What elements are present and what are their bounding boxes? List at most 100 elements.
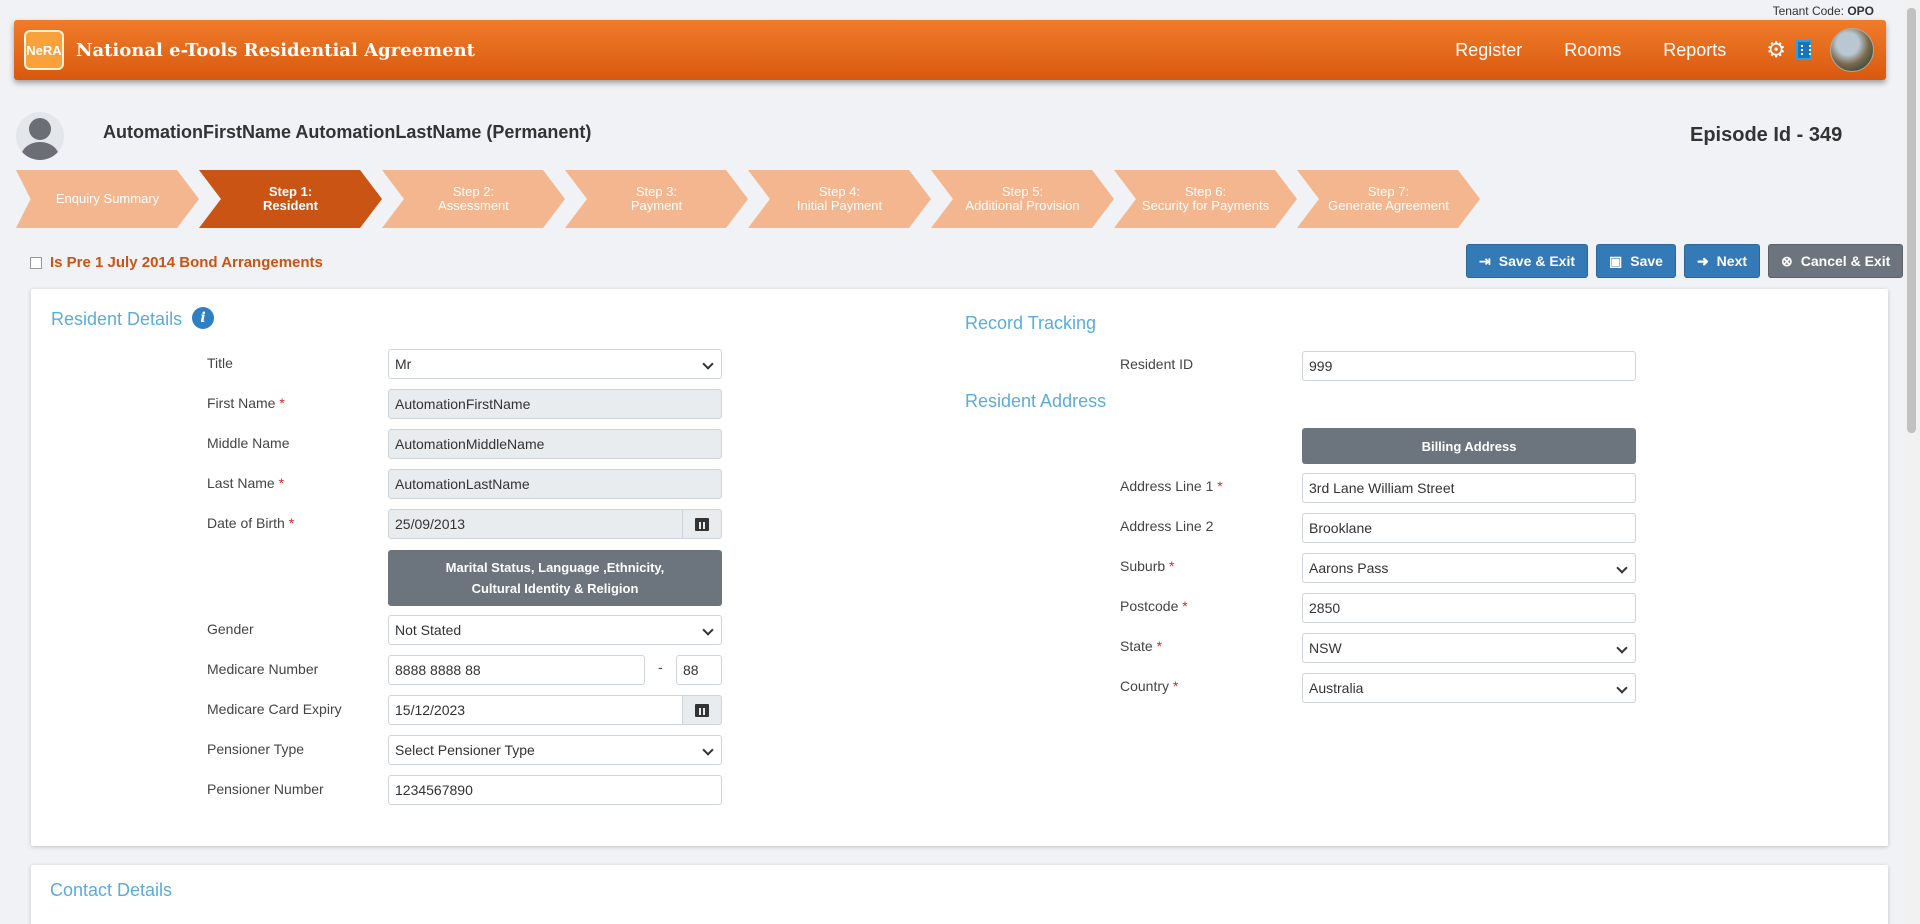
last-name-label: Last Name * (207, 475, 284, 491)
save-button[interactable]: ▣ Save (1596, 244, 1676, 278)
address-line1-value: 3rd Lane William Street (1309, 480, 1455, 496)
billing-address-button[interactable]: Billing Address (1302, 428, 1636, 464)
step-number: Step 4: (818, 184, 861, 199)
pensioner-number-label: Pensioner Number (207, 781, 324, 797)
postcode-value: 2850 (1309, 600, 1341, 616)
country-select[interactable]: Australia (1302, 673, 1636, 703)
user-avatar[interactable] (1830, 28, 1874, 72)
marital-status-button[interactable]: Marital Status, Language ,Ethnicity, Cul… (388, 550, 722, 606)
address-line1-label: Address Line 1 * (1120, 478, 1223, 494)
page-scrollbar[interactable] (1903, 0, 1920, 924)
resident-address-title: Resident Address (965, 391, 1107, 411)
step-4-initial-payment[interactable]: Step 4: Initial Payment (748, 170, 931, 228)
suburb-select[interactable]: Aarons Pass (1302, 553, 1636, 583)
dob-calendar-button[interactable] (682, 509, 722, 539)
step-7-generate-agreement[interactable]: Step 7: Generate Agreement (1297, 170, 1480, 228)
address-line2-field[interactable]: Brooklane (1302, 513, 1636, 543)
last-name-field[interactable]: AutomationLastName (388, 469, 722, 499)
tenant-code-value: OPO (1847, 4, 1874, 18)
arrow-right-circle-icon: ➜ (1696, 252, 1709, 269)
medicare-expiry-value: 15/12/2023 (395, 702, 466, 718)
episode-id: Episode Id - 349 (1690, 124, 1843, 146)
step-label: Generate Agreement (1328, 198, 1449, 213)
main-nav: Register Rooms Reports ⚙ (1413, 28, 1886, 72)
record-tracking-title: Record Tracking (965, 313, 1097, 333)
required-marker: * (279, 395, 285, 411)
nav-reports[interactable]: Reports (1663, 40, 1726, 61)
action-buttons: ⇥ Save & Exit ▣ Save ➜ Next ⊗ Cancel & E… (1466, 244, 1904, 278)
building-icon[interactable] (1796, 40, 1812, 60)
step-6-security-for-payments[interactable]: Step 6: Security for Payments (1114, 170, 1297, 228)
step-number: Step 6: (1184, 184, 1227, 199)
marital-status-line1: Marital Status, Language ,Ethnicity, (445, 560, 665, 575)
medicare-expiry-label: Medicare Card Expiry (207, 701, 342, 717)
close-circle-icon: ⊗ (1781, 252, 1793, 269)
resident-id-field[interactable]: 999 (1302, 351, 1636, 381)
required-marker: * (278, 475, 285, 491)
state-label: State * (1120, 638, 1162, 654)
step-number: Step 2: (452, 184, 495, 199)
step-label: Initial Payment (796, 198, 883, 213)
step-2-assessment[interactable]: Step 2: Assessment (382, 170, 565, 228)
step-label: Security for Payments (1141, 198, 1270, 213)
medicare-irn-value: 88 (683, 662, 699, 678)
gear-icon[interactable]: ⚙ (1766, 37, 1786, 63)
pensioner-type-select[interactable]: Select Pensioner Type (388, 735, 722, 765)
pensioner-type-label: Pensioner Type (207, 741, 305, 757)
nav-rooms[interactable]: Rooms (1564, 40, 1621, 61)
save-exit-button[interactable]: ⇥ Save & Exit (1466, 244, 1588, 278)
country-label: Country * (1120, 678, 1178, 694)
cancel-exit-button[interactable]: ⊗ Cancel & Exit (1768, 244, 1904, 278)
dob-label-text: Date of Birth (207, 515, 285, 531)
next-button[interactable]: ➜ Next (1683, 244, 1761, 278)
middle-name-field[interactable]: AutomationMiddleName (388, 429, 722, 459)
resident-details-card: Resident Details i Title Mr First Name *… (31, 289, 1888, 846)
country-label-text: Country (1120, 678, 1170, 694)
info-icon[interactable]: i (192, 307, 214, 329)
floppy-icon: ▣ (1609, 252, 1623, 269)
bond-label: Is Pre 1 July 2014 Bond Arrangements (50, 254, 323, 271)
step-3-payment[interactable]: Step 3: Payment (565, 170, 748, 228)
pensioner-number-field[interactable]: 1234567890 (388, 775, 722, 805)
medicare-number-value: 8888 8888 88 (395, 662, 481, 678)
app-title: National e-Tools Residential Agreement (76, 39, 475, 61)
nera-logo[interactable]: NeRA (24, 30, 64, 70)
postcode-field[interactable]: 2850 (1302, 593, 1636, 623)
dob-field[interactable]: 25/09/2013 (388, 509, 683, 539)
step-enquiry-summary[interactable]: Enquiry Summary (16, 170, 199, 228)
required-marker: * (288, 515, 295, 531)
country-value: Australia (1309, 680, 1364, 696)
step-1-resident[interactable]: Step 1: Resident (199, 170, 382, 228)
medicare-irn-field[interactable]: 88 (676, 655, 722, 685)
calendar-icon (695, 703, 709, 717)
step-5-additional-provision[interactable]: Step 5: Additional Provision (931, 170, 1114, 228)
medicare-expiry-calendar-button[interactable] (682, 695, 722, 725)
medicare-number-field[interactable]: 8888 8888 88 (388, 655, 645, 685)
title-select[interactable]: Mr (388, 349, 722, 379)
pensioner-number-value: 1234567890 (395, 782, 473, 798)
state-label-text: State (1120, 638, 1153, 654)
nav-register[interactable]: Register (1455, 40, 1522, 61)
save-exit-icon: ⇥ (1479, 252, 1491, 269)
first-name-field[interactable]: AutomationFirstName (388, 389, 722, 419)
medicare-expiry-field[interactable]: 15/12/2023 (388, 695, 683, 725)
gender-value: Not Stated (395, 622, 462, 638)
medicare-separator: - (658, 659, 663, 675)
gender-select[interactable]: Not Stated (388, 615, 722, 645)
postcode-label: Postcode * (1120, 598, 1188, 614)
middle-name-label: Middle Name (207, 435, 290, 451)
suburb-label: Suburb * (1120, 558, 1175, 574)
first-name-label: First Name * (207, 395, 285, 411)
scrollbar-thumb[interactable] (1907, 8, 1916, 433)
resident-id-value: 999 (1309, 358, 1333, 374)
bond-checkbox[interactable] (30, 256, 42, 269)
address-line1-field[interactable]: 3rd Lane William Street (1302, 473, 1636, 503)
title-label: Title (207, 355, 233, 371)
resident-name: AutomationFirstName AutomationLastName (… (103, 122, 592, 142)
first-name-value: AutomationFirstName (395, 396, 531, 412)
required-marker: * (1156, 638, 1163, 654)
step-number: Step 7: (1367, 184, 1410, 199)
state-select[interactable]: NSW (1302, 633, 1636, 663)
step-number: Step 5: (1001, 184, 1044, 199)
save-exit-label: Save & Exit (1498, 253, 1575, 269)
